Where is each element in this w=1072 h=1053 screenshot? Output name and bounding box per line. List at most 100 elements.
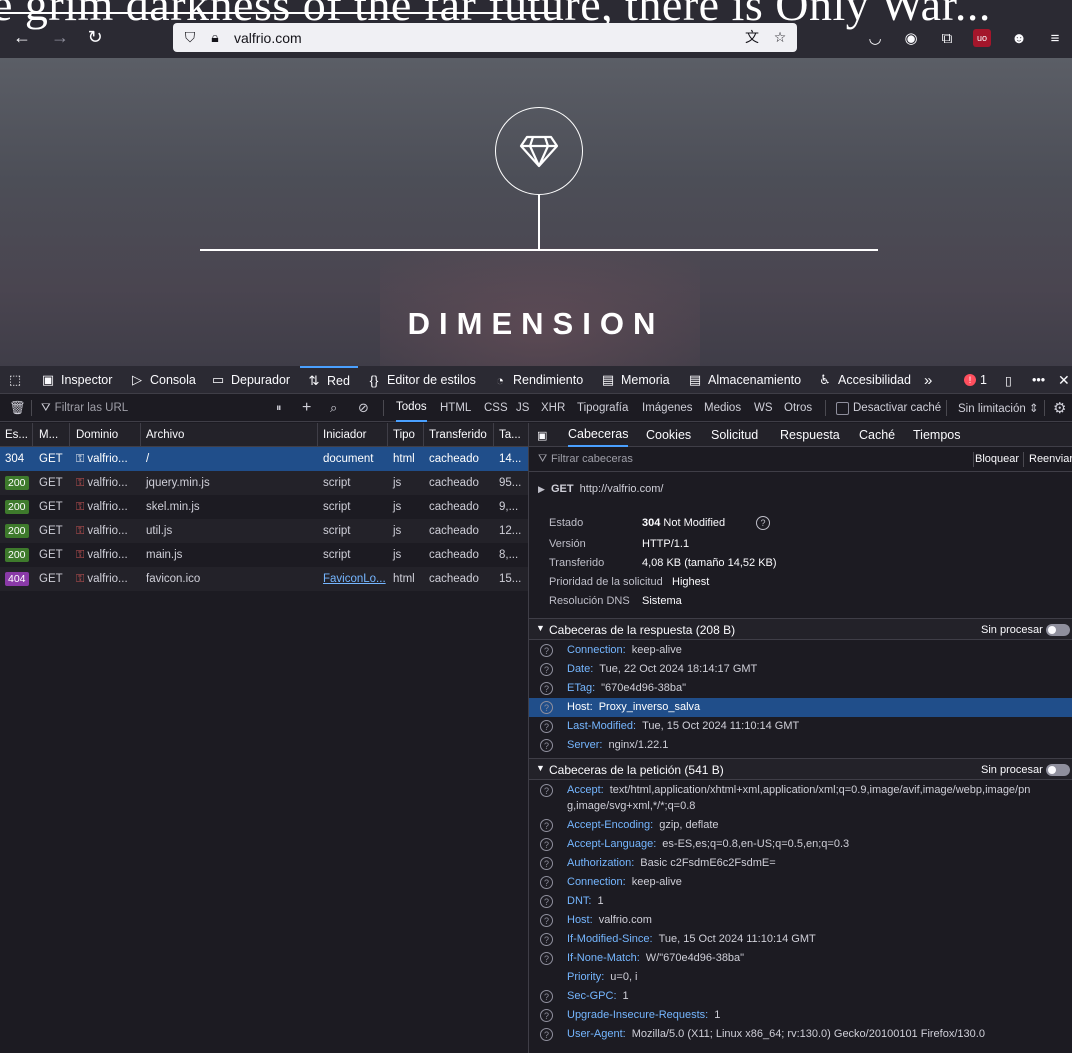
disable-cache-checkbox[interactable]: Desactivar caché	[836, 394, 941, 422]
filter-js[interactable]: JS	[516, 394, 529, 422]
filter-css[interactable]: CSS	[484, 394, 508, 422]
tab-console[interactable]: ▷ Consola	[129, 366, 196, 394]
throttle-select[interactable]: Sin limitación ⇕	[958, 394, 1039, 422]
col-file[interactable]: Archivo	[141, 423, 318, 447]
clear-icon[interactable]: 🗑︎	[9, 394, 26, 422]
help-icon[interactable]: ?	[540, 682, 553, 695]
help-icon[interactable]: ?	[540, 784, 553, 797]
initiator-link[interactable]: FaviconLo...	[323, 573, 386, 585]
star-icon[interactable]: ☆	[771, 28, 789, 46]
tab-cookies[interactable]: Cookies	[646, 423, 691, 447]
header-row[interactable]: ? Authorization: Basic c2FsdmE6c2FsdmE=	[529, 854, 1072, 873]
tab-debugger[interactable]: ▭ Depurador	[210, 366, 290, 394]
filter-other[interactable]: Otros	[784, 394, 812, 422]
pause-icon[interactable]: ⏸︎	[276, 394, 282, 422]
lock-icon[interactable]: 🔒︎	[206, 28, 224, 46]
forward-icon[interactable]: →	[49, 26, 71, 48]
account-icon[interactable]: ◉	[901, 28, 921, 48]
col-status[interactable]: Es...	[0, 423, 33, 447]
col-transferred[interactable]: Transferido	[424, 423, 494, 447]
shield-icon[interactable]: ⛉	[181, 28, 199, 46]
header-row[interactable]: ? If-None-Match: W/"670e4d96-38ba"	[529, 949, 1072, 968]
header-row[interactable]: ? Host: Proxy_inverso_salva	[529, 698, 1072, 717]
request-row[interactable]: 200 GET ⚿ valfrio... main.js script js cacheado…	[0, 543, 528, 567]
header-row[interactable]: ? Accept-Language: es-ES,es;q=0.8,en-US;q=…	[529, 835, 1072, 854]
tab-storage[interactable]: ▤ Almacenamiento	[687, 366, 801, 394]
header-row[interactable]: ? Upgrade-Insecure-Requests: 1	[529, 1006, 1072, 1025]
tab-timings[interactable]: Tiempos	[913, 423, 960, 447]
raw-toggle[interactable]	[1046, 624, 1070, 636]
header-row[interactable]: ? Server: nginx/1.22.1	[529, 736, 1072, 755]
header-row[interactable]: ? Connection: keep-alive	[529, 873, 1072, 892]
overflow-menu-icon[interactable]: •••	[1032, 366, 1045, 394]
header-row[interactable]: ? Accept-Encoding: gzip, deflate	[529, 816, 1072, 835]
pocket-icon[interactable]: ◡	[865, 28, 885, 48]
col-size[interactable]: Ta...	[494, 423, 528, 447]
toggle-sidebar-icon[interactable]: ▣	[537, 423, 547, 447]
header-row[interactable]: ? DNT: 1	[529, 892, 1072, 911]
header-row[interactable]: ? Accept: text/html,application/xhtml+xml,…	[529, 781, 1072, 816]
filter-media[interactable]: Medios	[704, 394, 741, 422]
filter-html[interactable]: HTML	[440, 394, 471, 422]
help-icon[interactable]: ?	[540, 739, 553, 752]
tab-response[interactable]: Respuesta	[780, 423, 840, 447]
help-icon[interactable]: ?	[540, 644, 553, 657]
menu-icon[interactable]: ≡	[1045, 28, 1065, 48]
help-icon[interactable]: ?	[540, 701, 553, 714]
header-row[interactable]: ? Host: valfrio.com	[529, 911, 1072, 930]
more-tabs-icon[interactable]: »	[924, 366, 932, 394]
filter-images[interactable]: Imágenes	[642, 394, 693, 422]
request-row[interactable]: 200 GET ⚿ valfrio... jquery.min.js script js ca…	[0, 471, 528, 495]
tab-inspector[interactable]: ▣ Inspector	[40, 366, 113, 394]
tab-network[interactable]: ⇅ Red	[300, 366, 358, 394]
help-icon[interactable]: ?	[540, 895, 553, 908]
url-text[interactable]: valfrio.com	[234, 30, 302, 46]
header-row[interactable]: ? Sec-GPC: 1	[529, 987, 1072, 1006]
block-button[interactable]: Bloquear	[975, 453, 1019, 465]
help-icon[interactable]: ?	[540, 819, 553, 832]
filter-all[interactable]: Todos	[396, 394, 427, 422]
help-icon[interactable]: ?	[540, 876, 553, 889]
fox-extension-icon[interactable]: ☻	[1009, 28, 1029, 48]
back-icon[interactable]: ←	[11, 26, 33, 48]
url-filter-input[interactable]: ⛛ Filtrar las URL	[41, 394, 261, 422]
search-icon[interactable]: ⌕	[330, 394, 337, 422]
help-icon[interactable]: ?	[540, 933, 553, 946]
request-line[interactable]: ▶ GET http://valfrio.com/	[538, 483, 663, 495]
help-icon[interactable]: ?	[540, 1009, 553, 1022]
ublock-icon[interactable]: uo	[973, 29, 991, 47]
help-icon[interactable]: ?	[540, 1028, 553, 1041]
col-domain[interactable]: Dominio	[71, 423, 141, 447]
tab-memory[interactable]: ▤ Memoria	[600, 366, 670, 394]
tab-performance[interactable]: ◔ Rendimiento	[492, 366, 583, 394]
help-icon[interactable]: ?	[540, 914, 553, 927]
extensions-icon[interactable]: ⧉	[937, 28, 957, 48]
header-row[interactable]: ? Connection: keep-alive	[529, 641, 1072, 660]
filter-ws[interactable]: WS	[754, 394, 773, 422]
request-headers-section[interactable]: ▼ Cabeceras de la petición (541 B) Sin p…	[529, 758, 1072, 780]
header-row[interactable]: ? User-Agent: Mozilla/5.0 (X11; Linux x86_…	[529, 1025, 1072, 1044]
raw-toggle[interactable]	[1046, 764, 1070, 776]
request-row[interactable]: 404 GET ⚿ valfrio... favicon.ico FaviconLo...…	[0, 567, 528, 591]
tab-request[interactable]: Solicitud	[711, 423, 758, 447]
headers-filter-input[interactable]: Filtrar cabeceras	[551, 453, 633, 465]
request-row[interactable]: 304 GET ⚿ valfrio... / document html cacheado 14…	[0, 447, 528, 471]
help-icon[interactable]: ?	[540, 838, 553, 851]
response-headers-section[interactable]: ▼ Cabeceras de la respuesta (208 B) Sin …	[529, 618, 1072, 640]
request-row[interactable]: 200 GET ⚿ valfrio... skel.min.js script js cach…	[0, 495, 528, 519]
help-icon[interactable]: ?	[540, 663, 553, 676]
settings-gear-icon[interactable]: ⚙	[1053, 394, 1066, 422]
filter-xhr[interactable]: XHR	[541, 394, 565, 422]
add-icon[interactable]: +	[302, 394, 311, 422]
col-initiator[interactable]: Iniciador	[318, 423, 388, 447]
responsive-mode-icon[interactable]: ▯	[1005, 366, 1012, 394]
header-row[interactable]: ? ETag: "670e4d96-38ba"	[529, 679, 1072, 698]
help-icon[interactable]: ?	[540, 990, 553, 1003]
help-icon[interactable]: ?	[540, 857, 553, 870]
url-bar[interactable]: ⛉ 🔒︎ valfrio.com 文 ☆	[173, 23, 797, 52]
close-devtools-icon[interactable]: ✕	[1058, 366, 1070, 394]
col-type[interactable]: Tipo	[388, 423, 424, 447]
tab-headers[interactable]: Cabeceras	[568, 423, 629, 447]
translate-icon[interactable]: 文	[743, 28, 761, 46]
help-icon[interactable]: ?	[756, 516, 770, 530]
